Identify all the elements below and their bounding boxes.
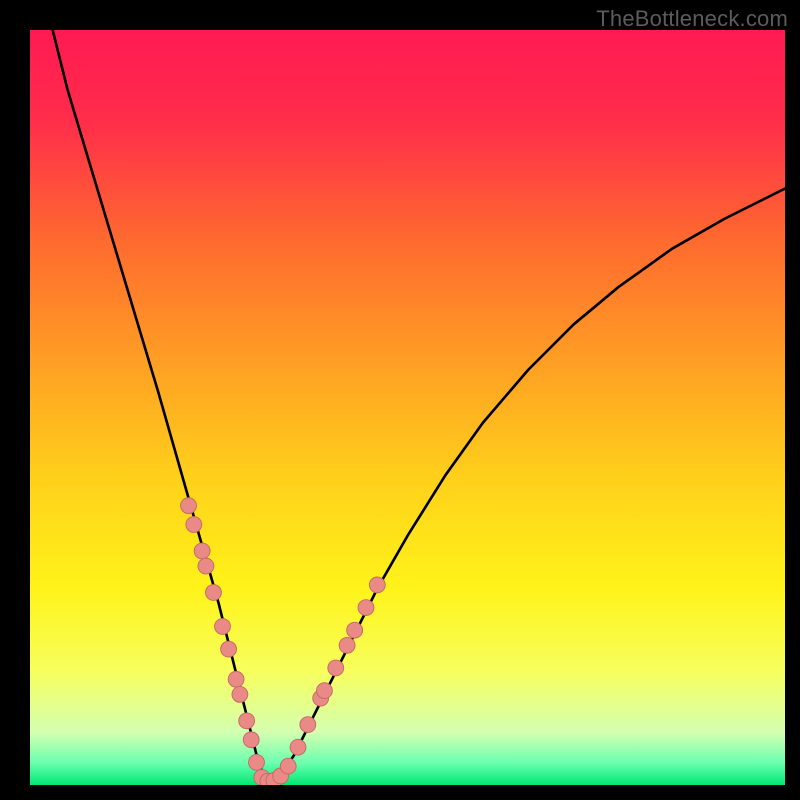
data-marker <box>198 558 214 574</box>
data-marker <box>300 717 316 733</box>
data-marker <box>215 619 231 635</box>
data-marker <box>194 543 210 559</box>
data-marker <box>228 671 244 687</box>
data-marker <box>358 600 374 616</box>
chart-svg <box>30 30 785 785</box>
data-marker <box>239 713 255 729</box>
data-marker <box>347 622 363 638</box>
data-marker <box>249 754 265 770</box>
data-markers <box>181 498 386 785</box>
data-marker <box>243 732 259 748</box>
data-marker <box>317 683 333 699</box>
data-marker <box>232 686 248 702</box>
data-marker <box>280 758 296 774</box>
data-marker <box>328 660 344 676</box>
data-marker <box>369 577 385 593</box>
data-marker <box>339 637 355 653</box>
data-marker <box>186 517 202 533</box>
data-marker <box>181 498 197 514</box>
plot-area <box>30 30 785 785</box>
chart-frame: TheBottleneck.com <box>0 0 800 800</box>
watermark-text: TheBottleneck.com <box>596 6 788 32</box>
data-marker <box>206 585 222 601</box>
data-marker <box>221 641 237 657</box>
bottleneck-curve <box>53 30 785 781</box>
data-marker <box>290 739 306 755</box>
